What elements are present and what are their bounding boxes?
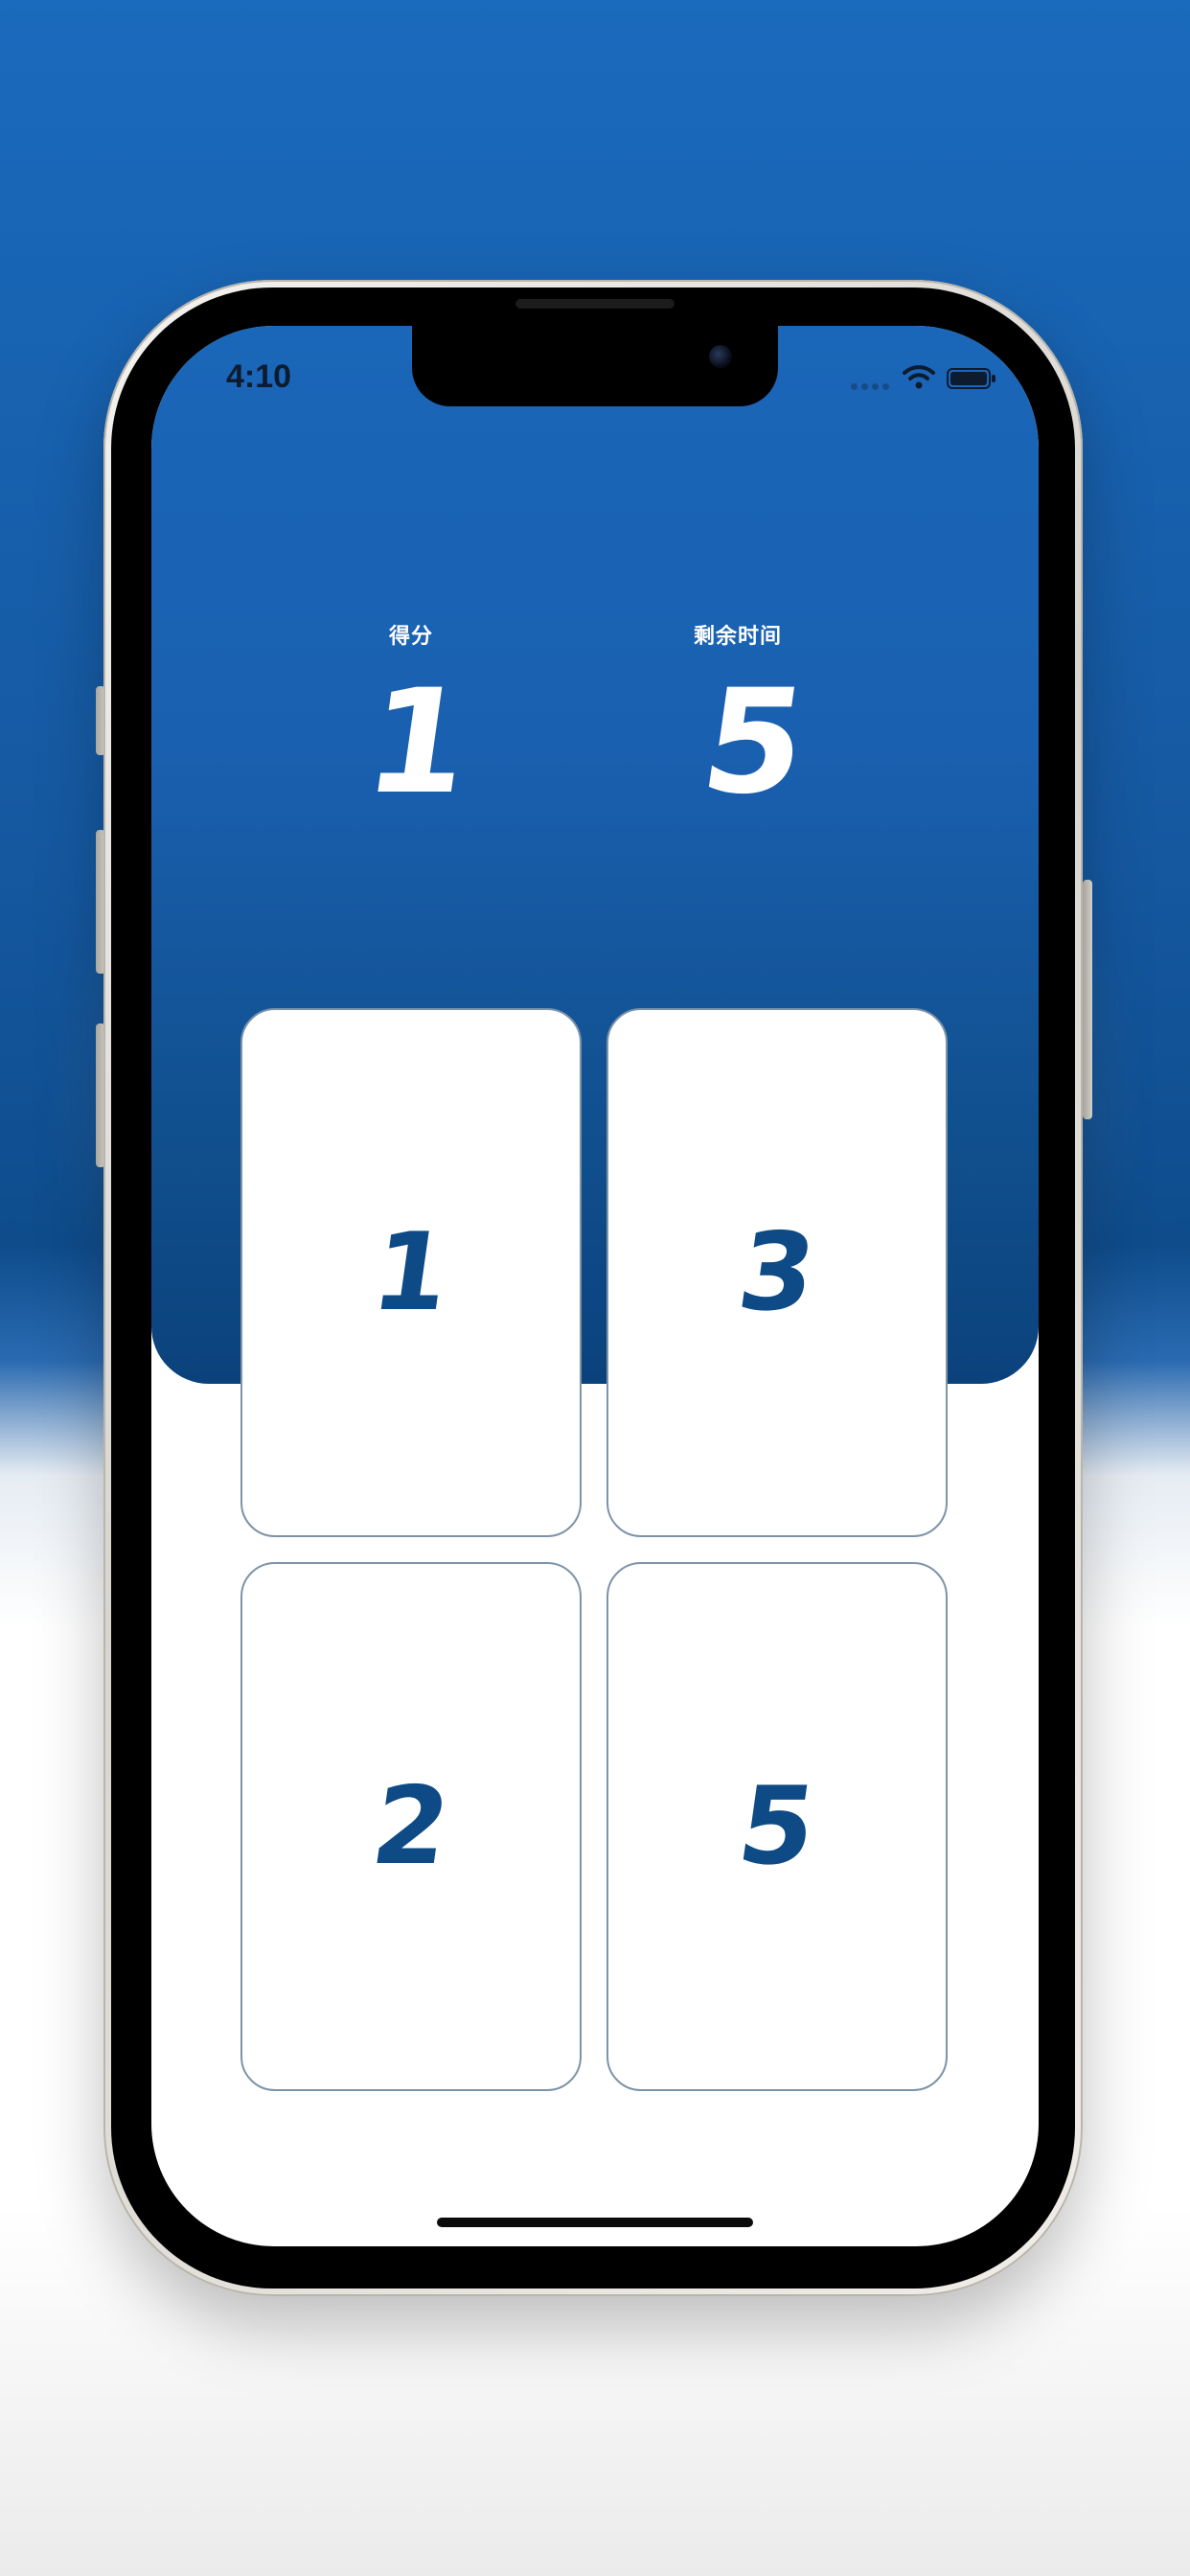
card-number: 2 [364, 1764, 458, 1889]
score-label: 得分 [389, 625, 434, 649]
time-remaining-value: 5 [692, 659, 816, 826]
home-indicator[interactable] [437, 2218, 753, 2227]
card-number: 5 [730, 1764, 824, 1889]
signal-dots-icon [851, 383, 893, 390]
card-number: 1 [364, 1210, 458, 1335]
number-card-1[interactable]: 1 [240, 1008, 582, 1537]
number-card-4[interactable]: 5 [606, 1562, 948, 2091]
earpiece-speaker [515, 299, 675, 309]
camera-icon [709, 345, 732, 368]
wifi-icon [903, 365, 935, 389]
app-screen: 4:10 得分 1 剩余时间 5 1 3 2 5 [151, 326, 1039, 2246]
phone-power-button [1083, 880, 1092, 1119]
number-card-3[interactable]: 2 [240, 1562, 582, 2091]
notch [412, 326, 778, 406]
battery-icon [947, 368, 995, 389]
number-card-2[interactable]: 3 [606, 1008, 948, 1537]
time-remaining-label: 剩余时间 [694, 625, 783, 649]
card-number: 3 [730, 1210, 824, 1335]
status-time: 4:10 [226, 358, 292, 395]
score-value: 1 [355, 659, 480, 826]
